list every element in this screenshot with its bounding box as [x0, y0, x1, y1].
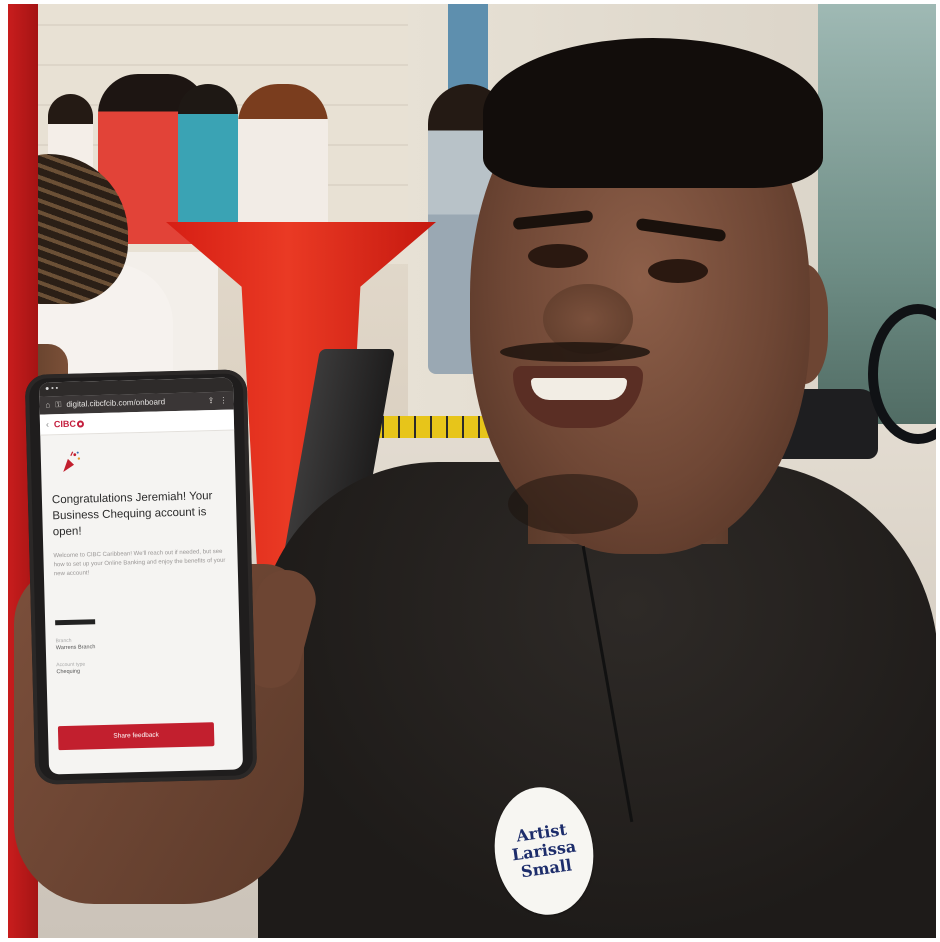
phone-screen: ● ▪ ▪ ⌂ ⚿ digital.cibcfcib.com/onboard ⇪… [38, 377, 244, 775]
smartphone: ● ▪ ▪ ⌂ ⚿ digital.cibcfcib.com/onboard ⇪… [24, 369, 258, 785]
bank-logo: CIBC [54, 418, 85, 429]
eye [528, 244, 588, 268]
photo-scene: ● ▪ ▪ ⌂ ⚿ digital.cibcfcib.com/onboard ⇪… [8, 4, 936, 938]
share-feedback-button[interactable]: Share feedback [57, 722, 215, 751]
mustache [500, 342, 650, 362]
success-headline: Congratulations Jeremiah! Your Business … [51, 490, 213, 539]
menu-icon[interactable]: ⋮ [219, 392, 227, 410]
crowd-person [178, 84, 238, 234]
eye [648, 259, 708, 283]
crowd-person [238, 84, 328, 244]
detail-value: Chequing [56, 668, 81, 676]
detail-label: Branch [55, 637, 72, 645]
detail-label: Account type [56, 661, 86, 669]
party-popper-icon [63, 451, 81, 472]
floor-strip [368, 416, 498, 438]
share-icon[interactable]: ⇪ [207, 392, 215, 410]
url-text[interactable]: digital.cibcfcib.com/onboard [66, 392, 203, 414]
hair [483, 38, 823, 188]
masked-account-number [55, 619, 96, 626]
lock-icon: ⚿ [55, 400, 62, 410]
home-icon[interactable]: ⌂ [45, 396, 50, 414]
welcome-message: Welcome to CIBC Caribbean! We'll reach o… [53, 548, 226, 578]
beard [508, 474, 638, 534]
teeth [531, 378, 627, 400]
detail-value: Warrens Branch [55, 644, 96, 652]
back-icon[interactable]: ‹ [46, 419, 49, 429]
